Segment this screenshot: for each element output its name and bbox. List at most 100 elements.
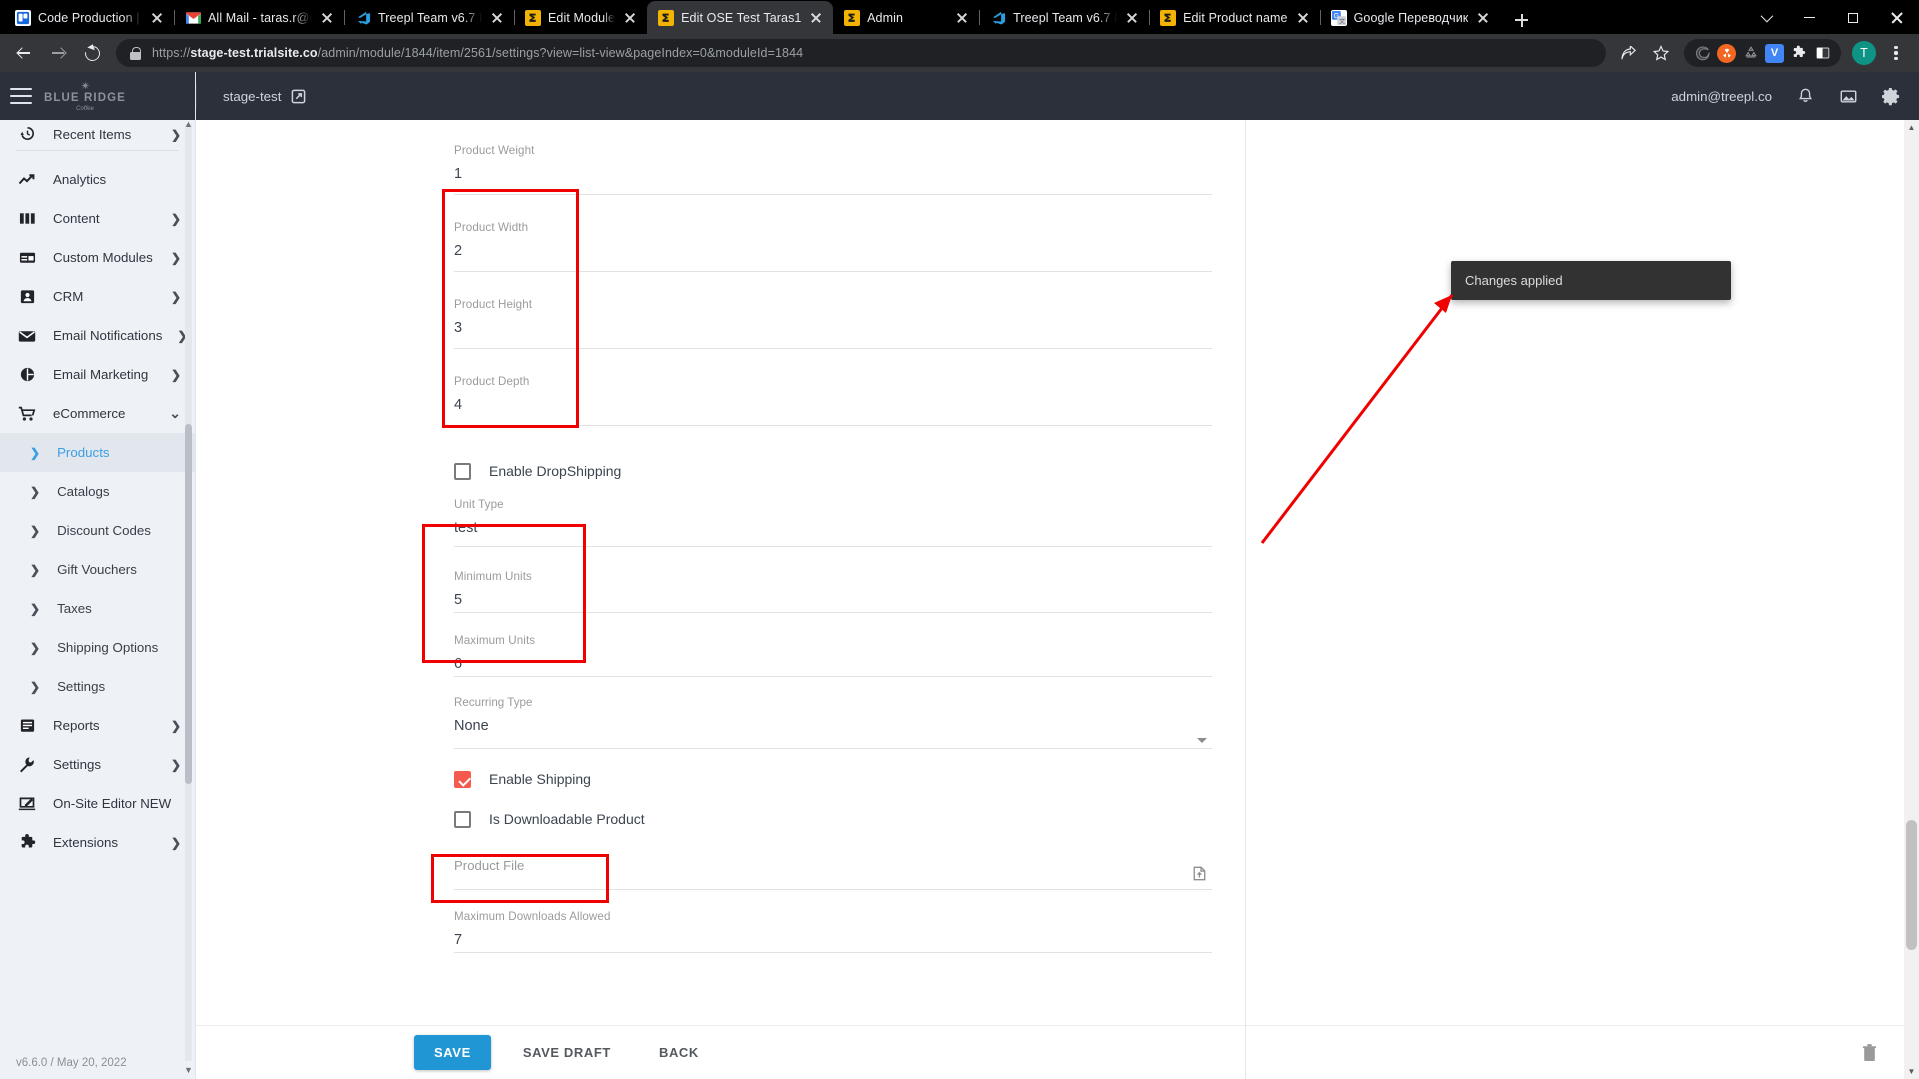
scroll-up-icon[interactable]: ▲: [183, 118, 194, 129]
sidebar-item-recent-items[interactable]: Recent Items ❯: [0, 120, 195, 142]
field-value[interactable]: 1: [454, 157, 1245, 182]
user-email[interactable]: admin@treepl.co: [1671, 89, 1772, 104]
checkbox-box[interactable]: [454, 810, 471, 828]
browser-tab[interactable]: Code Production | Trel: [4, 1, 174, 34]
close-icon[interactable]: [489, 10, 505, 26]
browser-tab[interactable]: Edit Module: [514, 1, 647, 34]
scroll-up-icon[interactable]: ▲: [1904, 120, 1919, 135]
browser-tab[interactable]: G文 Google Переводчик: [1319, 1, 1501, 34]
sidebar-item-email-marketing[interactable]: Email Marketing ❯: [0, 355, 195, 394]
field-recurring-type[interactable]: Recurring Type None: [454, 694, 1245, 758]
gear-icon[interactable]: [1882, 87, 1901, 106]
field-value[interactable]: 7: [454, 923, 1245, 948]
close-icon[interactable]: [319, 10, 335, 26]
field-value[interactable]: 5: [454, 583, 1245, 608]
brand-logo[interactable]: ✴ BLUE RIDGE Coffee: [44, 80, 126, 112]
field-product-depth[interactable]: Product Depth 4: [454, 365, 1245, 442]
checkbox-box[interactable]: [454, 462, 471, 480]
address-bar[interactable]: https://stage-test.trialsite.co/admin/mo…: [116, 39, 1606, 67]
new-tab-button[interactable]: [1507, 6, 1535, 34]
back-button[interactable]: BACK: [643, 1035, 715, 1070]
field-value[interactable]: 3: [454, 311, 1245, 336]
field-product-width[interactable]: Product Width 2: [454, 211, 1245, 288]
sidebar-toggle-icon[interactable]: [1813, 44, 1832, 63]
sidebar-item-analytics[interactable]: Analytics: [0, 160, 195, 199]
share-button[interactable]: [1614, 38, 1644, 68]
v-badge-extension-icon[interactable]: V: [1765, 43, 1784, 63]
page-scrollbar[interactable]: ▲ ▼: [1904, 120, 1919, 1079]
sidebar-item-on-site-editor[interactable]: On-Site Editor NEW: [0, 784, 195, 823]
field-value[interactable]: 6: [454, 647, 1245, 672]
scroll-down-icon[interactable]: ▼: [1904, 1064, 1919, 1079]
close-icon[interactable]: [1295, 10, 1311, 26]
sidebar-item-reports[interactable]: Reports ❯: [0, 706, 195, 745]
sidebar-scrollbar[interactable]: [185, 124, 192, 1061]
sidebar-item-extensions[interactable]: Extensions ❯: [0, 823, 195, 862]
close-icon[interactable]: [622, 10, 638, 26]
sidebar-item-settings[interactable]: Settings ❯: [0, 745, 195, 784]
puzzle-piece-icon[interactable]: [1789, 44, 1808, 63]
scrollbar-thumb[interactable]: [1906, 820, 1917, 950]
field-product-file[interactable]: Product File: [454, 838, 1245, 900]
field-unit-type[interactable]: Unit Type test: [454, 494, 1245, 560]
browser-tab-active[interactable]: Edit OSE Test Taras1q: [647, 1, 834, 34]
field-value[interactable]: None: [454, 709, 1245, 734]
sidebar-item-email-notifications[interactable]: Email Notifications ❯: [0, 316, 195, 355]
delete-button[interactable]: [1860, 1042, 1879, 1063]
sidebar-item-custom-modules[interactable]: Custom Modules ❯: [0, 238, 195, 277]
sidebar-item-crm[interactable]: CRM ❯: [0, 277, 195, 316]
close-icon[interactable]: [954, 10, 970, 26]
close-icon[interactable]: [1475, 10, 1491, 26]
sidebar-item-catalogs[interactable]: ❯ Catalogs: [0, 472, 195, 511]
profile-button[interactable]: T: [1849, 38, 1879, 68]
close-window-button[interactable]: [1875, 1, 1919, 34]
reload-button[interactable]: [76, 37, 108, 69]
sidebar-item-ecommerce-settings[interactable]: ❯ Settings: [0, 667, 195, 706]
browser-tab[interactable]: All Mail - taras.r@ez-b: [174, 1, 344, 34]
field-value[interactable]: 2: [454, 234, 1245, 259]
checkbox-enable-dropshipping[interactable]: Enable DropShipping: [454, 448, 1245, 494]
field-value[interactable]: test: [454, 511, 1245, 536]
minimize-button[interactable]: [1787, 1, 1831, 34]
save-draft-button[interactable]: SAVE DRAFT: [507, 1035, 627, 1070]
image-icon[interactable]: [1839, 87, 1858, 106]
field-value[interactable]: 4: [454, 388, 1245, 413]
bell-icon[interactable]: [1796, 87, 1815, 106]
checkbox-is-downloadable-product[interactable]: Is Downloadable Product: [454, 800, 1245, 838]
external-link-icon[interactable]: [291, 89, 306, 104]
chevron-down-icon[interactable]: [1197, 738, 1207, 743]
hamburger-icon[interactable]: [10, 88, 32, 104]
sidebar-item-ecommerce[interactable]: eCommerce ⌄: [0, 394, 195, 433]
browser-tab[interactable]: Edit Product name: [1149, 1, 1320, 34]
close-icon[interactable]: [149, 10, 165, 26]
maximize-button[interactable]: [1831, 1, 1875, 34]
browser-tab[interactable]: Treepl Team v6.7 Backl: [979, 1, 1149, 34]
checkbox-box[interactable]: [454, 770, 471, 788]
sidebar-item-gift-vouchers[interactable]: ❯ Gift Vouchers: [0, 550, 195, 589]
browser-tab[interactable]: Admin: [833, 1, 979, 34]
browser-menu-button[interactable]: [1881, 38, 1911, 68]
sidebar-item-shipping-options[interactable]: ❯ Shipping Options: [0, 628, 195, 667]
tab-search-chevron-icon[interactable]: [1743, 1, 1787, 34]
field-product-weight[interactable]: Product Weight 1: [454, 134, 1245, 211]
sidebar-item-taxes[interactable]: ❯ Taxes: [0, 589, 195, 628]
checkbox-enable-shipping[interactable]: Enable Shipping: [454, 758, 1245, 800]
field-maximum-downloads-allowed[interactable]: Maximum Downloads Allowed 7: [454, 900, 1245, 964]
sidebar-item-products[interactable]: ❯ Products: [0, 433, 195, 472]
scrollbar-thumb[interactable]: [185, 424, 192, 784]
sidebar-item-discount-codes[interactable]: ❯ Discount Codes: [0, 511, 195, 550]
site-switcher[interactable]: stage-test: [196, 83, 306, 109]
upload-file-icon[interactable]: [1192, 866, 1207, 881]
sidebar-item-content[interactable]: Content ❯: [0, 199, 195, 238]
edge-collections-icon[interactable]: [1693, 44, 1712, 63]
forward-button[interactable]: [42, 37, 74, 69]
field-product-height[interactable]: Product Height 3: [454, 288, 1245, 365]
browser-tab[interactable]: Treepl Team v6.7 Backl: [344, 1, 514, 34]
back-button[interactable]: [8, 37, 40, 69]
recycle-extension-icon[interactable]: [1741, 44, 1760, 63]
save-button[interactable]: SAVE: [414, 1035, 491, 1070]
field-minimum-units[interactable]: Minimum Units 5: [454, 560, 1245, 624]
scroll-down-icon[interactable]: ▼: [183, 1064, 194, 1075]
field-maximum-units[interactable]: Maximum Units 6: [454, 624, 1245, 688]
bookmark-button[interactable]: [1646, 38, 1676, 68]
